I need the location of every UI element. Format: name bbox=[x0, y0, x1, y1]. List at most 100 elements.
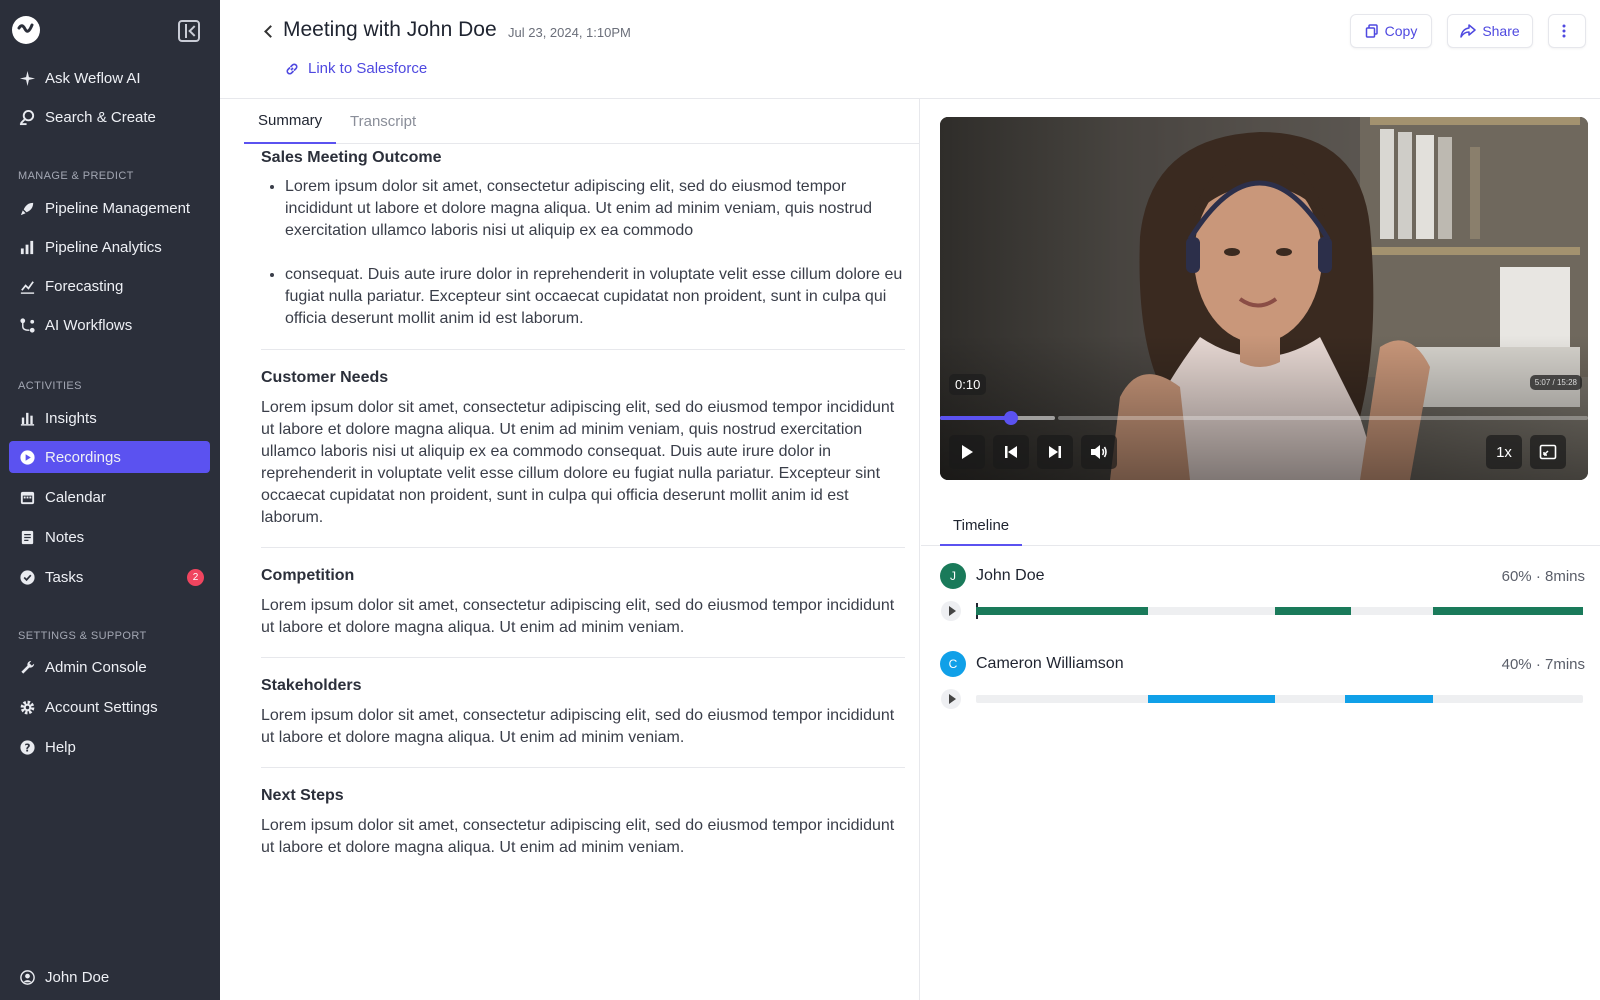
volume-button[interactable] bbox=[1081, 435, 1117, 469]
nav-ai-workflows[interactable]: AI Workflows bbox=[9, 309, 210, 341]
nav-label: Admin Console bbox=[45, 658, 147, 676]
speaking-segment[interactable] bbox=[1275, 607, 1352, 615]
next-steps-text: Lorem ipsum dolor sit amet, consectetur … bbox=[261, 817, 895, 856]
speaker-play-button[interactable] bbox=[941, 689, 961, 709]
fullscreen-button[interactable] bbox=[1530, 435, 1566, 469]
wrench-icon bbox=[18, 658, 36, 676]
nav-label: Ask Weflow AI bbox=[45, 69, 141, 87]
recording-panel: 0:10 5:07 / 15:28 1x Timeline J John Doe bbox=[921, 99, 1600, 1000]
skip-back-icon bbox=[1005, 446, 1017, 458]
section-competition: Competition Lorem ipsum dolor sit amet, … bbox=[261, 548, 905, 639]
speaker-name: John Doe bbox=[976, 567, 1045, 584]
video-player[interactable]: 0:10 5:07 / 15:28 1x bbox=[940, 117, 1588, 480]
speaker-timeline-track[interactable] bbox=[976, 695, 1583, 703]
copy-label: Copy bbox=[1384, 23, 1418, 39]
nav-admin-console[interactable]: Admin Console bbox=[9, 651, 210, 683]
nav-label: Pipeline Analytics bbox=[45, 238, 162, 256]
nav-tasks[interactable]: Tasks 2 bbox=[9, 561, 210, 593]
play-button[interactable] bbox=[949, 435, 985, 469]
nav-label: Search & Create bbox=[45, 108, 156, 126]
summary-tabs: Summary Transcript bbox=[244, 99, 920, 144]
nav-label: Notes bbox=[45, 528, 85, 546]
rocket-icon bbox=[18, 199, 36, 217]
salesforce-link-label: Link to Salesforce bbox=[308, 60, 428, 77]
needs-text: Lorem ipsum dolor sit amet, consectetur … bbox=[261, 399, 895, 526]
section-label-activities: ACTIVITIES bbox=[18, 380, 82, 392]
nav-pipeline-analytics[interactable]: Pipeline Analytics bbox=[9, 231, 210, 263]
gear-icon bbox=[18, 698, 36, 716]
speaking-segment[interactable] bbox=[1147, 695, 1276, 703]
nav-notes[interactable]: Notes bbox=[9, 521, 210, 553]
share-icon bbox=[1460, 24, 1477, 38]
back-arrow-icon[interactable] bbox=[262, 22, 278, 40]
speaker-play-button[interactable] bbox=[941, 601, 961, 621]
section-title-competition: Competition bbox=[261, 567, 355, 584]
current-time-badge: 0:10 bbox=[949, 374, 987, 395]
nav-ask-weflow-ai[interactable]: Ask Weflow AI bbox=[9, 62, 210, 94]
share-button[interactable]: Share bbox=[1447, 14, 1533, 48]
list-item: consequat. Duis aute irure dolor in repr… bbox=[285, 264, 905, 330]
copy-button[interactable]: Copy bbox=[1350, 14, 1432, 48]
share-label: Share bbox=[1482, 23, 1520, 39]
play-icon bbox=[962, 445, 973, 459]
avatar: C bbox=[940, 651, 966, 677]
nav-label: Tasks bbox=[45, 568, 84, 586]
nav-label: Pipeline Management bbox=[45, 199, 191, 217]
tab-timeline[interactable]: Timeline bbox=[940, 506, 1023, 546]
sidebar: Ask Weflow AI Search & Create MANAGE & P… bbox=[0, 0, 220, 1000]
section-label-manage: MANAGE & PREDICT bbox=[18, 170, 134, 182]
section-next-steps: Next Steps Lorem ipsum dolor sit amet, c… bbox=[261, 768, 905, 859]
analytics-icon bbox=[18, 238, 36, 256]
skip-forward-button[interactable] bbox=[1037, 435, 1073, 469]
calendar-icon bbox=[18, 488, 36, 506]
tab-summary[interactable]: Summary bbox=[244, 99, 337, 144]
user-circle-icon bbox=[18, 968, 36, 986]
nav-forecasting[interactable]: Forecasting bbox=[9, 270, 210, 302]
nav-label: Recordings bbox=[45, 448, 121, 466]
video-scrubber[interactable] bbox=[940, 411, 1588, 425]
summary-content: Sales Meeting Outcome Lorem ipsum dolor … bbox=[261, 146, 905, 859]
svg-text:?: ? bbox=[24, 742, 30, 754]
summary-panel: Summary Transcript Sales Meeting Outcome… bbox=[220, 99, 920, 1000]
salesforce-link[interactable]: Link to Salesforce bbox=[284, 60, 427, 77]
weflow-logo[interactable] bbox=[12, 16, 40, 44]
tasks-count-badge: 2 bbox=[187, 569, 204, 586]
nav-label: Forecasting bbox=[45, 277, 124, 295]
check-circle-icon bbox=[18, 568, 36, 586]
speaker-stat: 60% · 8mins bbox=[1501, 568, 1585, 585]
link-icon bbox=[286, 63, 298, 74]
play-circle-icon bbox=[18, 448, 36, 466]
nav-recordings[interactable]: Recordings bbox=[9, 441, 210, 473]
nav-label: Calendar bbox=[45, 488, 106, 506]
page-header: Meeting with John Doe Jul 23, 2024, 1:10… bbox=[220, 0, 1600, 99]
played-bar bbox=[940, 416, 1012, 420]
speaker-name: Cameron Williamson bbox=[976, 655, 1124, 672]
nav-calendar[interactable]: Calendar bbox=[9, 481, 210, 513]
video-frame bbox=[940, 117, 1588, 480]
competition-text: Lorem ipsum dolor sit amet, consectetur … bbox=[261, 597, 895, 636]
speaking-segment[interactable] bbox=[976, 607, 1148, 615]
speaking-segment[interactable] bbox=[1433, 607, 1583, 615]
notes-icon bbox=[18, 528, 36, 546]
nav-insights[interactable]: Insights bbox=[9, 402, 210, 434]
playback-speed-button[interactable]: 1x bbox=[1486, 435, 1522, 469]
speaking-segment[interactable] bbox=[1345, 695, 1434, 703]
outcome-list: Lorem ipsum dolor sit amet, consectetur … bbox=[261, 176, 905, 330]
user-profile[interactable]: John Doe bbox=[9, 961, 210, 993]
section-title-outcome: Sales Meeting Outcome bbox=[261, 149, 442, 166]
page-title: Meeting with John Doe bbox=[283, 18, 497, 41]
section-title-needs: Customer Needs bbox=[261, 369, 389, 386]
nav-search-create[interactable]: Search & Create bbox=[9, 101, 210, 133]
skip-back-button[interactable] bbox=[993, 435, 1029, 469]
nav-pipeline-management[interactable]: Pipeline Management bbox=[9, 192, 210, 224]
nav-help[interactable]: ? Help bbox=[9, 731, 210, 763]
more-options-button[interactable] bbox=[1548, 14, 1586, 48]
nav-account-settings[interactable]: Account Settings bbox=[9, 691, 210, 723]
speaker-timeline-track[interactable] bbox=[976, 603, 1583, 619]
section-label-settings: SETTINGS & SUPPORT bbox=[18, 630, 147, 642]
nav-label: AI Workflows bbox=[45, 316, 133, 334]
section-stakeholders: Stakeholders Lorem ipsum dolor sit amet,… bbox=[261, 658, 905, 749]
sparkle-icon bbox=[18, 69, 36, 87]
collapse-sidebar-icon[interactable] bbox=[178, 20, 200, 42]
tab-transcript[interactable]: Transcript bbox=[336, 99, 430, 144]
